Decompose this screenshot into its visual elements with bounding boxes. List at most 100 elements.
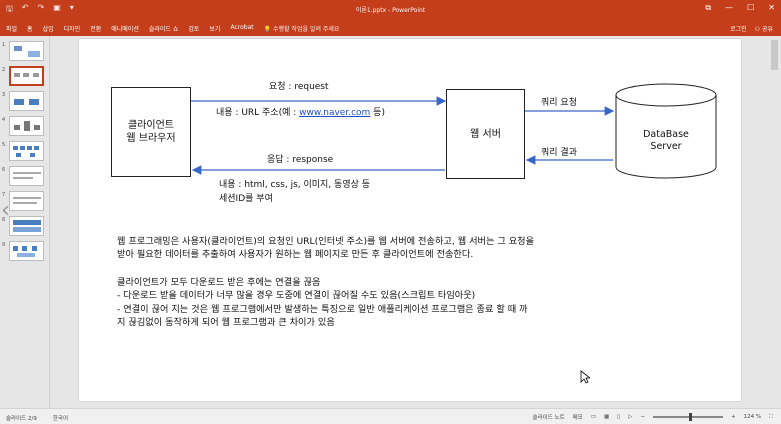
- tab-view[interactable]: 보기: [209, 24, 220, 33]
- normal-view-icon[interactable]: ▭: [591, 414, 596, 420]
- title-bar: 🖫 ↶ ↷ ▣ ▾ 이론1.pptx - PowerPoint ⧉ — ☐ ✕: [0, 0, 781, 20]
- web-server-box[interactable]: 웹 서버: [446, 89, 525, 179]
- tab-slide-show[interactable]: 슬라이드 쇼: [149, 24, 179, 33]
- fit-to-window-icon[interactable]: ⛶: [769, 414, 773, 421]
- request-content-suffix: 등): [370, 108, 385, 118]
- reading-view-icon[interactable]: ▯: [617, 414, 620, 420]
- thumbnail-shape: [33, 73, 39, 77]
- thumbnail-shape: [13, 220, 41, 225]
- tell-me-text: 수행할 작업을 알려 주세요: [273, 26, 340, 33]
- tab-review[interactable]: 검토: [188, 24, 199, 33]
- response-label: 응답 : response: [267, 155, 334, 165]
- slide-sorter-icon[interactable]: ▦: [604, 414, 609, 420]
- zoom-out-icon[interactable]: −: [640, 414, 645, 420]
- slide-thumbnail-7[interactable]: [9, 191, 44, 211]
- previous-slide-icon[interactable]: ‹: [1, 198, 10, 223]
- thumbnail-number: 1: [2, 42, 6, 48]
- thumbnail-number: 9: [2, 242, 6, 248]
- language-indicator[interactable]: 한국어: [53, 414, 68, 422]
- window-title: 이론1.pptx - PowerPoint: [355, 7, 426, 14]
- vertical-scrollbar[interactable]: [768, 36, 781, 408]
- ribbon-tabs: 파일 홈 삽입 디자인 전환 애니메이션 슬라이드 쇼 검토 보기 Acroba…: [6, 24, 339, 33]
- tab-insert[interactable]: 삽입: [43, 24, 54, 33]
- thumbnail-number: 3: [2, 92, 6, 98]
- thumbnail-shape: [14, 99, 24, 105]
- thumbnail-number: 2: [2, 67, 6, 73]
- query-request-label: 쿼리 요청: [541, 98, 577, 108]
- response-content-line-1: 내용 : html, css, js, 이미지, 동영상 등: [219, 180, 371, 190]
- slide-thumbnail-5[interactable]: [9, 141, 44, 161]
- slide-thumbnail-1[interactable]: [9, 41, 44, 61]
- thumbnail-shape: [13, 202, 37, 204]
- maximize-button[interactable]: ☐: [747, 3, 754, 13]
- ribbon-display-options-button[interactable]: ⧉: [705, 3, 711, 13]
- slide-thumbnail-6[interactable]: [9, 166, 44, 186]
- tab-acrobat[interactable]: Acrobat: [230, 24, 253, 33]
- paragraph-2-line-3: - 연결이 끊어 지는 것은 웹 프로그램에서만 발생하는 특징으로 일반 애플…: [117, 303, 528, 315]
- ribbon-tab-bar: 파일 홈 삽입 디자인 전환 애니메이션 슬라이드 쇼 검토 보기 Acroba…: [0, 20, 781, 36]
- sign-in-link[interactable]: 로그인: [730, 24, 747, 33]
- slide-thumbnail-9[interactable]: [9, 241, 44, 261]
- thumbnail-shape: [13, 197, 41, 199]
- tab-file[interactable]: 파일: [6, 24, 17, 33]
- zoom-level[interactable]: 124 %: [744, 414, 761, 420]
- lightbulb-icon: 💡: [263, 26, 272, 33]
- paragraph-1-line-2: 받아 필요한 데이터를 추출하여 사용자가 원하는 웹 페이지로 만든 후 클라…: [117, 249, 474, 261]
- slide-counter: 슬라이드 2/9: [6, 416, 37, 422]
- tab-design[interactable]: 디자인: [64, 24, 81, 33]
- tab-home[interactable]: 홈: [27, 24, 33, 33]
- thumbnail-shape: [16, 153, 21, 157]
- slide-show-icon[interactable]: ▷: [628, 414, 632, 420]
- minimize-button[interactable]: —: [725, 3, 733, 13]
- database-server-label: DataBase Server: [643, 129, 689, 153]
- paragraph-1: 웹 프로그래밍은 사용자(클라이언트)의 요청인 URL(인터넷 주소)를 웹 …: [117, 235, 534, 262]
- thumbnail-shape: [27, 146, 32, 150]
- thumbnail-shape: [28, 51, 40, 57]
- share-button[interactable]: ⚇ 공유: [755, 24, 773, 33]
- slide-thumbnail-8[interactable]: [9, 216, 44, 236]
- status-right: 슬라이드 노트 메모 ▭ ▦ ▯ ▷ − + 124 % ⛶: [533, 413, 773, 421]
- naver-url-link[interactable]: www.naver.com: [299, 108, 370, 118]
- slide-thumbnail-2[interactable]: [9, 66, 44, 86]
- zoom-in-icon[interactable]: +: [731, 414, 736, 420]
- thumbnail-number: 6: [2, 167, 6, 173]
- status-bar: 슬라이드 2/9 한국어 슬라이드 노트 메모 ▭ ▦ ▯ ▷ − + 124 …: [0, 408, 781, 424]
- thumbnail-shape: [32, 246, 37, 251]
- tab-animations[interactable]: 애니메이션: [111, 24, 139, 33]
- response-content-line-2: 세션ID를 부여: [219, 194, 273, 204]
- paragraph-2-line-4: 지 끊김없이 동작하게 되어 웹 프로그램과 큰 차이가 있음: [117, 317, 335, 329]
- comments-button[interactable]: 메모: [573, 413, 583, 421]
- tell-me-search[interactable]: 💡 수행할 작업을 알려 주세요: [264, 24, 340, 33]
- notes-button[interactable]: 슬라이드 노트: [533, 413, 565, 421]
- scrollbar-thumb[interactable]: [771, 40, 778, 70]
- thumbnail-shape: [34, 146, 39, 150]
- thumbnail-shape: [13, 227, 41, 232]
- close-button[interactable]: ✕: [768, 3, 775, 13]
- thumbnail-shape: [13, 177, 33, 179]
- thumbnail-shape: [13, 246, 18, 251]
- slide-thumbnail-3[interactable]: [9, 91, 44, 111]
- zoom-slider[interactable]: [653, 413, 724, 421]
- thumbnail-number: 4: [2, 117, 6, 123]
- paragraph-2: 클라이언트가 모두 다운로드 받은 후에는 연결을 끊음 - 다운로드 받을 데…: [117, 276, 528, 329]
- slide-canvas[interactable]: 클라이언트 웹 브라우저 웹 서버 DataBase Server 요청 : r…: [79, 39, 741, 401]
- request-content: 내용 : URL 주소(예 : www.naver.com 등): [216, 105, 385, 118]
- thumbnail-shape: [13, 172, 41, 174]
- thumbnail-shape: [17, 253, 35, 257]
- status-left: 슬라이드 2/9 한국어: [6, 414, 68, 422]
- powerpoint-window: 🖫 ↶ ↷ ▣ ▾ 이론1.pptx - PowerPoint ⧉ — ☐ ✕ …: [0, 0, 781, 424]
- thumbnail-shape: [14, 46, 22, 51]
- thumbnail-shape: [22, 246, 27, 251]
- thumbnail-shape: [20, 146, 25, 150]
- slide-thumbnail-4[interactable]: [9, 116, 44, 136]
- person-icon: ⚇: [754, 26, 761, 33]
- client-browser-box[interactable]: 클라이언트 웹 브라우저: [111, 87, 191, 177]
- query-result-label: 쿼리 결과: [541, 148, 577, 158]
- thumbnail-shape: [14, 125, 20, 130]
- thumbnail-shape: [23, 73, 29, 77]
- thumbnail-shape: [13, 146, 18, 150]
- paragraph-2-line-1: 클라이언트가 모두 다운로드 받은 후에는 연결을 끊음: [117, 277, 321, 288]
- tab-transitions[interactable]: 전환: [90, 24, 101, 33]
- zoom-slider-thumb[interactable]: [689, 413, 693, 421]
- share-label: 공유: [761, 26, 773, 33]
